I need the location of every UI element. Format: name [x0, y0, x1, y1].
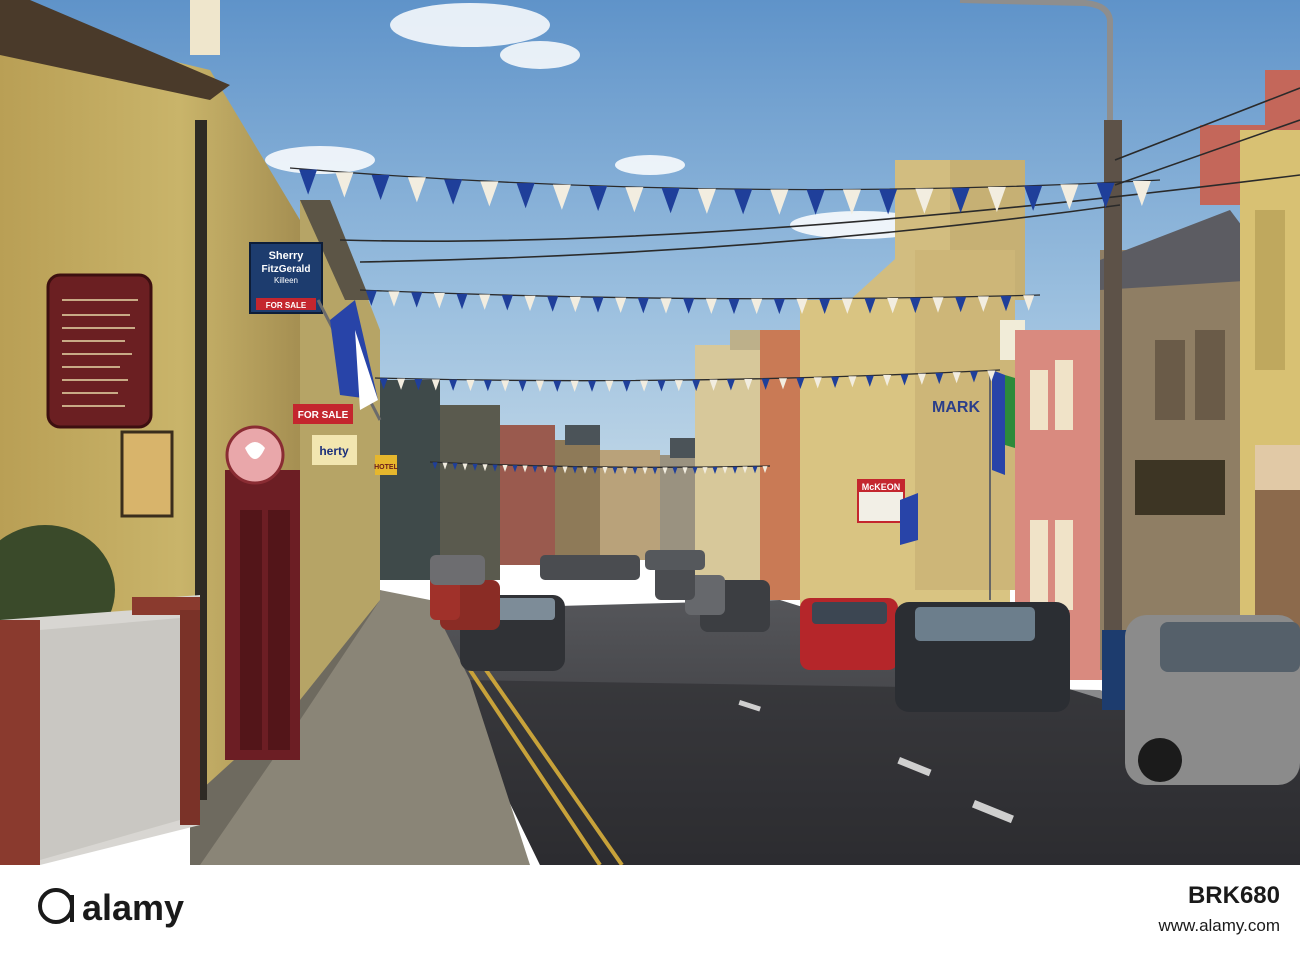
watermark-footer: alamy BRK680 www.alamy.com — [0, 865, 1300, 955]
for-sale-a: FOR SALE — [266, 301, 307, 310]
notice-board — [120, 430, 174, 518]
alamy-url: www.alamy.com — [1157, 916, 1280, 935]
for-sale-b: FOR SALE — [298, 410, 349, 421]
agent-line2: FitzGerald — [262, 264, 311, 275]
alamy-logo: alamy — [38, 887, 184, 928]
market-sign: MARK — [932, 399, 980, 416]
agent-line3: Killeen — [274, 276, 298, 285]
street-scene: Sherry FitzGerald Killeen FOR SALE FOR S… — [0, 0, 1300, 865]
alamy-wordmark: alamy — [82, 887, 184, 928]
for-sale-sign: FOR SALE — [293, 404, 353, 424]
watermark-bar: alamy BRK680 www.alamy.com — [38, 882, 1280, 935]
mckeon-sign: McKEON — [857, 479, 905, 523]
herty-sign: herty — [312, 435, 357, 465]
estate-agent-sign: Sherry FitzGerald Killeen FOR SALE — [249, 242, 323, 314]
agent-line1: Sherry — [269, 250, 305, 262]
stock-id: BRK680 — [1188, 882, 1280, 909]
herty-text: herty — [319, 444, 349, 458]
street-photo: Sherry FitzGerald Killeen FOR SALE FOR S… — [0, 0, 1300, 865]
hotel-sign: HOTEL — [374, 464, 398, 471]
mckeon-text: McKEON — [862, 482, 901, 492]
pub-plaque — [46, 273, 153, 429]
